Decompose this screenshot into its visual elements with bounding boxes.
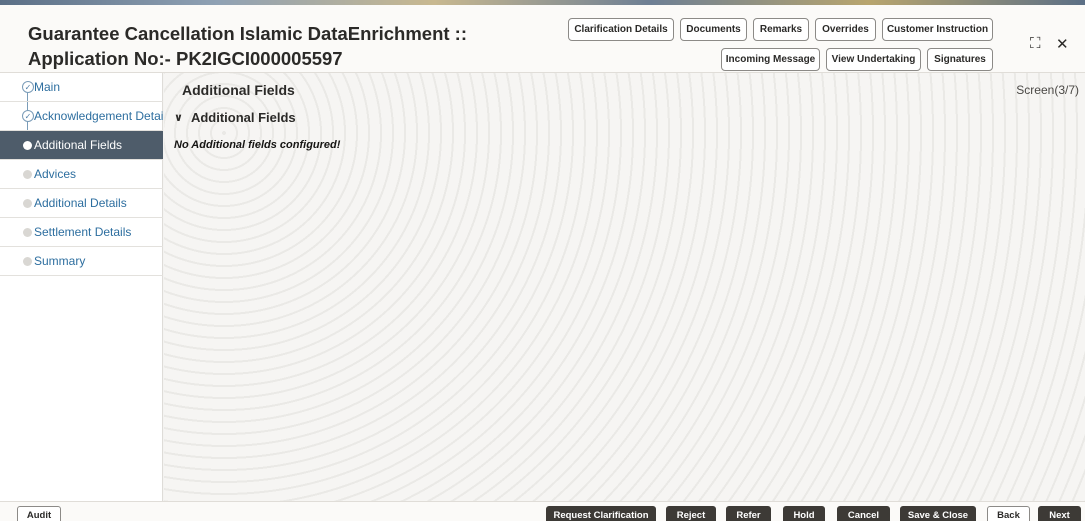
remarks-button[interactable]: Remarks: [753, 18, 809, 41]
pending-dot-icon: [23, 169, 32, 179]
active-dot-icon: [23, 140, 32, 150]
chevron-down-icon: ∨: [174, 112, 183, 124]
additional-fields-section-toggle[interactable]: ∨ Additional Fields: [174, 110, 296, 125]
refer-button[interactable]: Refer: [726, 506, 771, 521]
sidebar-item-advices[interactable]: Advices: [0, 160, 163, 189]
pending-dot-icon: [23, 256, 32, 266]
page-header: Guarantee Cancellation Islamic DataEnric…: [0, 5, 1085, 73]
empty-state-message: No Additional fields configured!: [174, 139, 341, 151]
signatures-button[interactable]: Signatures: [927, 48, 993, 71]
step-sidebar: ✓ Main ✓ Acknowledgement Details Additio…: [0, 73, 172, 501]
sidebar-item-label: Additional Details: [34, 196, 127, 210]
customer-instruction-button[interactable]: Customer Instruction: [882, 18, 993, 41]
application-number: Application No:- PK2IGCI000005597: [28, 48, 343, 69]
documents-button[interactable]: Documents: [680, 18, 747, 41]
view-undertaking-button[interactable]: View Undertaking: [826, 48, 921, 71]
action-footer: Audit Request Clarification Reject Refer…: [0, 501, 1085, 521]
next-button[interactable]: Next: [1038, 506, 1081, 521]
sidebar-item-label: Additional Fields: [34, 138, 123, 152]
section-page-title: Additional Fields: [182, 82, 295, 98]
hold-button[interactable]: Hold: [783, 506, 825, 521]
sidebar-item-label: Settlement Details: [34, 225, 132, 239]
pending-dot-icon: [23, 198, 32, 208]
sidebar-item-acknowledgement-details[interactable]: ✓ Acknowledgement Details: [0, 102, 172, 131]
sidebar-item-label: Advices: [34, 167, 77, 181]
sidebar-item-additional-details[interactable]: Additional Details: [0, 189, 163, 218]
pending-dot-icon: [23, 227, 32, 237]
title-line-1: Guarantee Cancellation Islamic DataEnric…: [28, 23, 467, 44]
section-title: Additional Fields: [190, 110, 296, 125]
sidebar-item-settlement-details[interactable]: Settlement Details: [0, 218, 163, 247]
overrides-button[interactable]: Overrides: [815, 18, 876, 41]
page-title: Guarantee Cancellation Islamic DataEnric…: [28, 21, 467, 71]
back-button[interactable]: Back: [987, 506, 1030, 521]
close-icon[interactable]: ✕: [1056, 35, 1069, 53]
sidebar-item-label: Acknowledgement Details: [34, 109, 173, 123]
sidebar-item-label: Summary: [34, 254, 86, 268]
sidebar-item-label: Main: [34, 80, 61, 94]
sidebar-item-additional-fields[interactable]: Additional Fields: [0, 131, 163, 160]
save-and-close-button[interactable]: Save & Close: [900, 506, 976, 521]
reject-button[interactable]: Reject: [666, 506, 716, 521]
sidebar-item-summary[interactable]: Summary: [0, 247, 163, 276]
audit-button[interactable]: Audit: [17, 506, 61, 521]
main-content: Additional Fields Screen(3/7) ∨ Addition…: [164, 73, 1085, 501]
check-circle-icon: ✓: [22, 110, 34, 122]
expand-icon[interactable]: ⛶: [1030, 35, 1041, 52]
sidebar-item-main[interactable]: ✓ Main: [0, 73, 163, 102]
cancel-button[interactable]: Cancel: [837, 506, 890, 521]
screen-counter: Screen(3/7): [1016, 83, 1079, 97]
check-circle-icon: ✓: [22, 81, 34, 93]
clarification-details-button[interactable]: Clarification Details: [568, 18, 674, 41]
request-clarification-button[interactable]: Request Clarification: [546, 506, 656, 521]
incoming-message-button[interactable]: Incoming Message: [721, 48, 820, 71]
